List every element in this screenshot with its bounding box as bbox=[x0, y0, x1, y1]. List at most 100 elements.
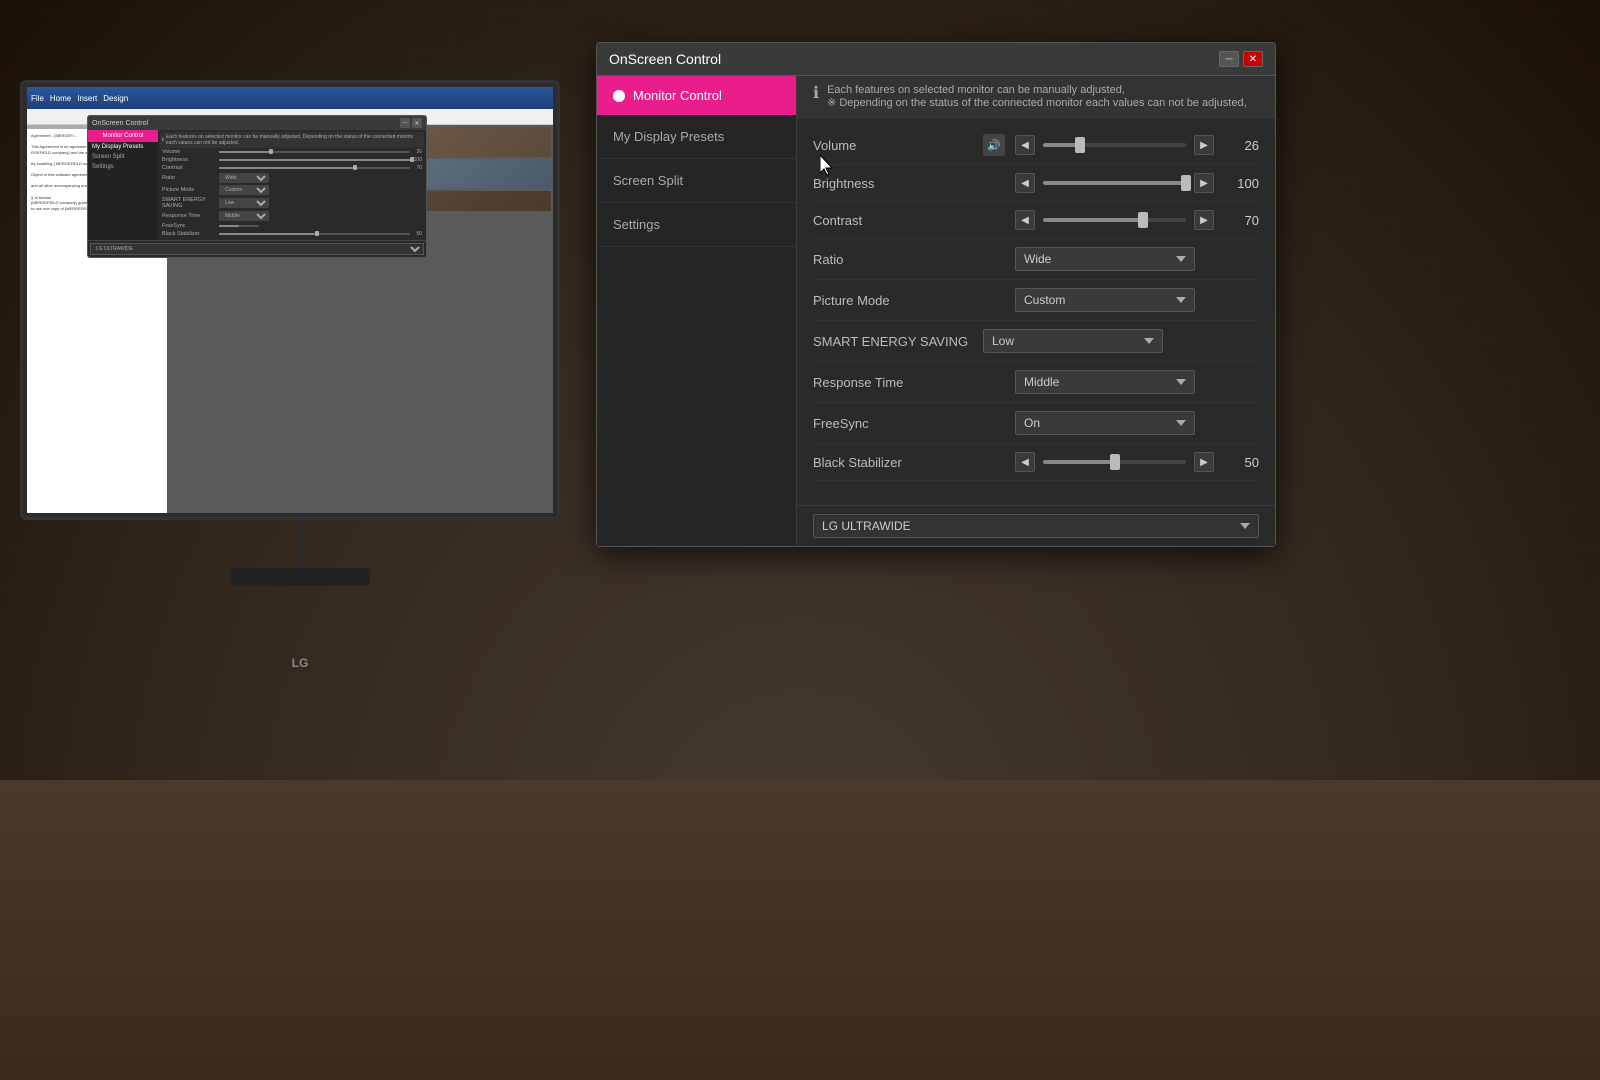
main-close-btn[interactable]: ✕ bbox=[1243, 51, 1263, 67]
lg-logo: LG bbox=[292, 656, 309, 670]
main-osc-info-bar: ℹ Each features on selected monitor can … bbox=[797, 76, 1275, 118]
small-close-btn[interactable]: ✕ bbox=[412, 118, 422, 128]
black-stabilizer-decrease-btn[interactable]: ◀ bbox=[1015, 452, 1035, 472]
word-home: Home bbox=[50, 94, 71, 103]
small-freesync-slider[interactable] bbox=[219, 225, 259, 227]
brightness-row: Brightness ◀ ▶ 100 bbox=[813, 165, 1259, 202]
freesync-label: FreeSync bbox=[813, 416, 973, 431]
small-freesync-row: FreeSync bbox=[160, 222, 424, 230]
main-minimize-btn[interactable]: ─ bbox=[1219, 51, 1239, 67]
brightness-slider-track[interactable] bbox=[1043, 181, 1186, 185]
small-volume-value: 26 bbox=[412, 149, 422, 155]
small-minimize-btn[interactable]: ─ bbox=[400, 118, 410, 128]
contrast-slider-track[interactable] bbox=[1043, 218, 1186, 222]
black-stabilizer-row: Black Stabilizer ◀ ▶ 50 bbox=[813, 444, 1259, 481]
small-nav-split[interactable]: Screen Split bbox=[88, 152, 158, 162]
small-energy-select[interactable]: Low bbox=[219, 198, 269, 208]
info-text-line1: Each features on selected monitor can be… bbox=[827, 84, 1247, 96]
small-ratio-label: Ratio bbox=[162, 175, 217, 181]
small-ratio-select[interactable]: Wide bbox=[219, 173, 269, 183]
small-nav-presets[interactable]: My Display Presets bbox=[88, 142, 158, 152]
ratio-dropdown-container: Wide 4:3 Original bbox=[1015, 247, 1259, 271]
main-osc-titlebar: OnScreen Control ─ ✕ bbox=[597, 43, 1275, 76]
volume-value: 26 bbox=[1224, 138, 1259, 153]
contrast-decrease-btn[interactable]: ◀ bbox=[1015, 210, 1035, 230]
word-file: File bbox=[31, 94, 44, 103]
black-stabilizer-slider-container: ◀ ▶ bbox=[1015, 452, 1214, 472]
contrast-slider-thumb[interactable] bbox=[1138, 212, 1148, 228]
desk-surface bbox=[0, 780, 1600, 1080]
small-blackstab-slider[interactable] bbox=[219, 233, 410, 235]
ratio-row: Ratio Wide 4:3 Original bbox=[813, 239, 1259, 280]
smart-energy-label: SMART ENERGY SAVING bbox=[813, 334, 973, 349]
volume-increase-btn[interactable]: ▶ bbox=[1194, 135, 1214, 155]
main-osc-body: Monitor Control My Display Presets Scree… bbox=[597, 76, 1275, 546]
main-osc-controls: Volume 🔊 ◀ ▶ 26 Brightness bbox=[797, 118, 1275, 505]
small-brightness-slider[interactable] bbox=[219, 159, 410, 161]
main-osc-content-area: ℹ Each features on selected monitor can … bbox=[797, 76, 1275, 546]
small-osc-footer: LG ULTRAWIDE bbox=[88, 240, 426, 257]
word-design: Design bbox=[103, 94, 128, 103]
brightness-slider-container: ◀ ▶ bbox=[1015, 173, 1214, 193]
monitor-control-dot bbox=[613, 90, 625, 102]
small-response-select[interactable]: Middle bbox=[219, 211, 269, 221]
small-blackstab-row: Black Stabilizer 50 bbox=[160, 230, 424, 238]
small-response-row: Response Time Middle bbox=[160, 210, 424, 222]
monitor-screen: File Home Insert Design Agreement - (MER… bbox=[23, 83, 557, 517]
volume-label: Volume bbox=[813, 138, 973, 153]
black-stabilizer-slider-thumb[interactable] bbox=[1110, 454, 1120, 470]
main-nav-settings[interactable]: Settings bbox=[597, 203, 796, 247]
picture-mode-row: Picture Mode Custom Standard Movie bbox=[813, 280, 1259, 321]
black-stabilizer-slider-fill bbox=[1043, 460, 1115, 464]
main-nav-presets[interactable]: My Display Presets bbox=[597, 115, 796, 159]
main-osc-footer: LG ULTRAWIDE bbox=[797, 505, 1275, 546]
word-insert: Insert bbox=[77, 94, 97, 103]
black-stabilizer-value: 50 bbox=[1224, 455, 1259, 470]
brightness-value: 100 bbox=[1224, 176, 1259, 191]
small-brightness-label: Brightness bbox=[162, 157, 217, 163]
ratio-select[interactable]: Wide 4:3 Original bbox=[1015, 247, 1195, 271]
small-picmode-label: Picture Mode bbox=[162, 187, 217, 193]
main-osc-window-buttons: ─ ✕ bbox=[1219, 51, 1263, 67]
response-time-dropdown-container: Middle Fast Faster bbox=[1015, 370, 1259, 394]
small-osc-info: ℹ Each features on selected monitor can … bbox=[160, 132, 424, 148]
contrast-value: 70 bbox=[1224, 213, 1259, 228]
monitor-select[interactable]: LG ULTRAWIDE bbox=[813, 514, 1259, 538]
volume-slider-track[interactable] bbox=[1043, 143, 1186, 147]
word-ribbon: File Home Insert Design bbox=[27, 87, 553, 109]
main-monitor-control-btn[interactable]: Monitor Control bbox=[597, 76, 796, 115]
volume-slider-container: ◀ ▶ bbox=[1015, 135, 1214, 155]
smart-energy-select[interactable]: Low Medium High Off bbox=[983, 329, 1163, 353]
black-stabilizer-slider-track[interactable] bbox=[1043, 460, 1186, 464]
brightness-increase-btn[interactable]: ▶ bbox=[1194, 173, 1214, 193]
monitor-screen-inner: File Home Insert Design Agreement - (MER… bbox=[27, 87, 553, 513]
small-osc-body: Monitor Control My Display Presets Scree… bbox=[88, 130, 426, 240]
small-energy-label: SMART ENERGY SAVING bbox=[162, 197, 217, 209]
main-nav-split[interactable]: Screen Split bbox=[597, 159, 796, 203]
contrast-slider-fill bbox=[1043, 218, 1143, 222]
small-picmode-select[interactable]: Custom bbox=[219, 185, 269, 195]
main-osc-title: OnScreen Control bbox=[609, 51, 721, 67]
brightness-slider-thumb[interactable] bbox=[1181, 175, 1191, 191]
picture-mode-select[interactable]: Custom Standard Movie bbox=[1015, 288, 1195, 312]
small-volume-label: Volume bbox=[162, 149, 217, 155]
brightness-decrease-btn[interactable]: ◀ bbox=[1015, 173, 1035, 193]
monitor-body: File Home Insert Design Agreement - (MER… bbox=[20, 80, 560, 520]
volume-decrease-btn[interactable]: ◀ bbox=[1015, 135, 1035, 155]
small-contrast-slider[interactable] bbox=[219, 167, 410, 169]
volume-slider-thumb[interactable] bbox=[1075, 137, 1085, 153]
small-blackstab-label: Black Stabilizer bbox=[162, 231, 217, 237]
small-monitor-select[interactable]: LG ULTRAWIDE bbox=[90, 243, 424, 255]
freesync-select[interactable]: On Off bbox=[1015, 411, 1195, 435]
contrast-slider-container: ◀ ▶ bbox=[1015, 210, 1214, 230]
small-monitor-control-btn[interactable]: Monitor Control bbox=[88, 130, 158, 142]
black-stabilizer-increase-btn[interactable]: ▶ bbox=[1194, 452, 1214, 472]
small-volume-slider[interactable] bbox=[219, 151, 410, 153]
contrast-increase-btn[interactable]: ▶ bbox=[1194, 210, 1214, 230]
small-blackstab-value: 50 bbox=[412, 231, 422, 237]
black-stabilizer-label: Black Stabilizer bbox=[813, 455, 973, 470]
monitor-base bbox=[230, 568, 370, 586]
response-time-select[interactable]: Middle Fast Faster bbox=[1015, 370, 1195, 394]
small-contrast-label: Contrast bbox=[162, 165, 217, 171]
small-nav-settings[interactable]: Settings bbox=[88, 162, 158, 172]
